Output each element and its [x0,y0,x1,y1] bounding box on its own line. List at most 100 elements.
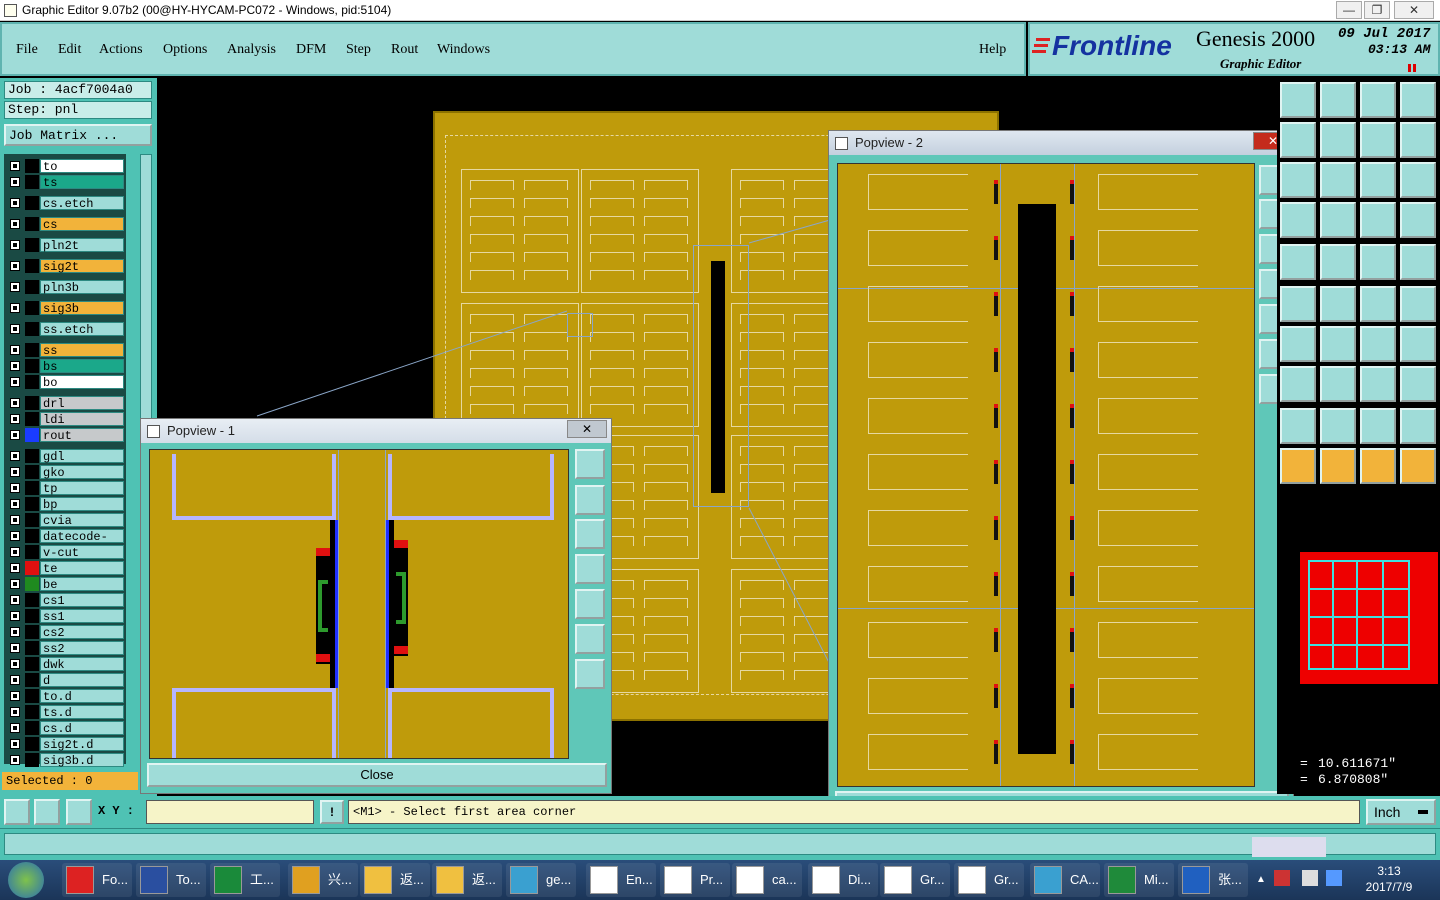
dimension-icon[interactable] [1360,366,1396,402]
menu-windows[interactable]: Windows [437,42,490,58]
popview-1-left-icon[interactable] [575,554,605,584]
line-icon[interactable] [1280,326,1316,362]
popview-1-down-icon[interactable] [575,519,605,549]
xy-input[interactable] [146,800,314,824]
taskbar-item[interactable]: To... [136,863,206,897]
layer-row-ldi[interactable]: ldi [6,412,124,427]
layer-checkbox[interactable] [10,398,20,408]
layer-checkbox[interactable] [10,547,20,557]
layer-checkbox[interactable] [10,611,20,621]
layer-row-v-cut[interactable]: v-cut [6,545,124,560]
layer-row-to[interactable]: to [6,159,124,174]
layer-color-swatch[interactable] [25,301,39,315]
ime-toolbar[interactable] [1252,837,1326,857]
layer-checkbox[interactable] [10,595,20,605]
layer-color-swatch[interactable] [25,428,39,442]
popview-1-fit-icon[interactable] [575,624,605,654]
layer-color-swatch[interactable] [25,737,39,751]
circle-icon[interactable] [1280,366,1316,402]
window-icon[interactable] [1400,82,1436,118]
layer-row-dwk[interactable]: dwk [6,657,124,672]
connect-icon[interactable] [1360,286,1396,322]
layer-row-cs-etch[interactable]: cs.etch [6,196,124,211]
layer-row-cvia[interactable]: cvia [6,513,124,528]
netlist-icon[interactable] [1360,202,1396,238]
layer-row-gko[interactable]: gko [6,465,124,480]
pointer-icon[interactable] [1320,448,1356,484]
layer-row-cs-d[interactable]: cs.d [6,721,124,736]
taskbar-item[interactable]: Gr... [880,863,950,897]
grid-icon[interactable] [1320,202,1356,238]
layer-checkbox[interactable] [10,579,20,589]
fit-icon[interactable] [1280,162,1316,198]
layer-color-swatch[interactable] [25,259,39,273]
drill-icon[interactable] [1280,244,1316,280]
menu-dfm[interactable]: DFM [296,42,326,58]
layer-checkbox[interactable] [10,198,20,208]
flag-icon[interactable] [1320,244,1356,280]
alert-icon[interactable]: ! [320,800,344,824]
popview-1-close-x[interactable]: ✕ [567,420,607,438]
layer-row-sig2t[interactable]: sig2t [6,259,124,274]
layer-row-ss[interactable]: ss [6,343,124,358]
layer-color-swatch[interactable] [25,175,39,189]
layer-color-swatch[interactable] [25,561,39,575]
layer-color-swatch[interactable] [25,375,39,389]
layer-color-swatch[interactable] [25,238,39,252]
layer-checkbox[interactable] [10,430,20,440]
layer-color-swatch[interactable] [25,449,39,463]
script-icon[interactable] [1400,122,1436,158]
layer-row-ss1[interactable]: ss1 [6,609,124,624]
grid-toggle-icon[interactable] [1280,202,1316,238]
layer-color-swatch[interactable] [25,657,39,671]
layer-checkbox[interactable] [10,739,20,749]
layer-checkbox[interactable] [10,161,20,171]
taskbar-item[interactable]: ge... [506,863,576,897]
layer-row-pln3b[interactable]: pln3b [6,280,124,295]
layer-row-cs1[interactable]: cs1 [6,593,124,608]
layer-color-swatch[interactable] [25,529,39,543]
layer-row-sig3b-d[interactable]: sig3b.d [6,753,124,768]
zoom-window-icon[interactable] [1280,122,1316,158]
layer-color-swatch[interactable] [25,753,39,767]
layer-checkbox[interactable] [10,723,20,733]
grid-icon[interactable] [66,799,92,825]
layer-row-datecode-pbo[interactable]: datecode-pbo [6,529,124,558]
layer-row-drl[interactable]: drl [6,396,124,411]
popview-1-right-icon[interactable] [575,589,605,619]
layer-checkbox[interactable] [10,261,20,271]
layer-row-be[interactable]: be [6,577,124,592]
layer-checkbox[interactable] [10,177,20,187]
unit-selector[interactable]: Inch [1366,799,1436,825]
layer-color-swatch[interactable] [25,343,39,357]
tray-arrow-icon[interactable]: ▲ [1256,874,1266,885]
layer-color-swatch[interactable] [25,705,39,719]
layer-color-swatch[interactable] [25,217,39,231]
home-icon[interactable] [1360,82,1396,118]
layer-color-swatch[interactable] [25,396,39,410]
menu-file[interactable]: File [16,42,38,58]
layer-checkbox[interactable] [10,515,20,525]
layer-color-swatch[interactable] [25,481,39,495]
pad-select-icon[interactable] [1280,286,1316,322]
taskbar-item[interactable]: 张... [1178,863,1248,897]
split-icon[interactable] [1360,122,1396,158]
restore-button[interactable]: ❐ [1364,1,1390,19]
layer-checkbox[interactable] [10,240,20,250]
layer-checkbox[interactable] [10,282,20,292]
shapes-icon[interactable] [1400,366,1436,402]
start-button-icon[interactable] [8,862,44,898]
cross-icon[interactable] [1320,286,1356,322]
triangle-a-icon[interactable] [1320,408,1356,444]
layer-row-rout[interactable]: rout [6,428,124,443]
layer-color-swatch[interactable] [25,280,39,294]
taskbar-item[interactable]: Pr... [660,863,730,897]
layer-color-swatch[interactable] [25,465,39,479]
arc-icon[interactable] [1360,326,1396,362]
pointer-alt-icon[interactable] [1360,448,1396,484]
layer-checkbox[interactable] [10,303,20,313]
close-window-button[interactable]: ✕ [1394,1,1434,19]
layer-row-to-d[interactable]: to.d [6,689,124,704]
layer-color-swatch[interactable] [25,545,39,559]
open-job-icon[interactable] [1280,82,1316,118]
